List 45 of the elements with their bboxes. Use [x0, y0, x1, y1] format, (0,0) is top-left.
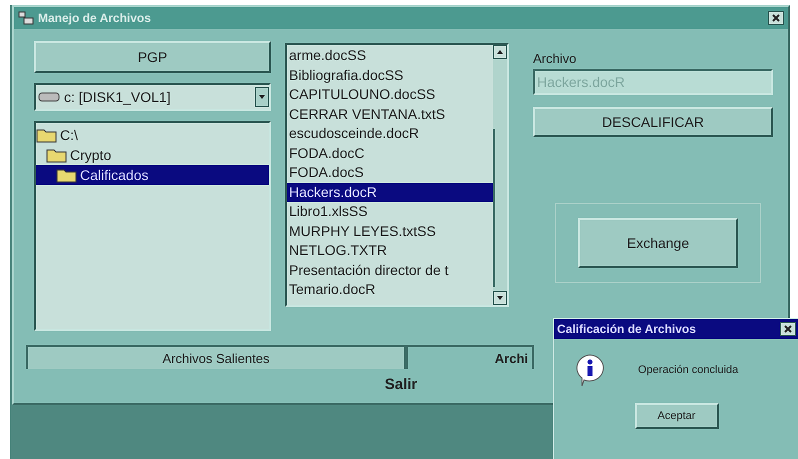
close-button[interactable] [768, 11, 784, 25]
tree-item[interactable]: Calificados [36, 165, 269, 185]
tree-item[interactable]: Crypto [36, 145, 269, 165]
scrollbar[interactable] [493, 45, 507, 305]
tab[interactable]: Archi [406, 345, 534, 369]
dropdown-button[interactable] [255, 87, 269, 107]
exchange-button[interactable]: Exchange [578, 218, 738, 268]
close-icon [772, 14, 780, 22]
folder-name: C:\ [60, 127, 78, 143]
pgp-button[interactable]: PGP [34, 41, 271, 73]
drive-icon [38, 92, 60, 102]
salir-button[interactable]: Salir [378, 375, 424, 394]
window-title: Manejo de Archivos [38, 11, 152, 25]
tree-item[interactable]: C:\ [36, 125, 269, 145]
file-item[interactable]: Hackers.docR [287, 182, 493, 202]
file-item[interactable]: arme.docSS [287, 46, 493, 66]
folder-icon [56, 167, 78, 183]
caret-icon [259, 95, 265, 99]
tab[interactable]: Archivos Salientes [26, 345, 406, 369]
file-item[interactable]: NETLOG.TXTR [287, 241, 493, 260]
file-item[interactable]: CAPITULOUNO.docSS [287, 85, 493, 104]
close-icon [784, 325, 792, 333]
file-item[interactable]: CERRAR VENTANA.txtS [287, 104, 493, 124]
file-item[interactable]: FODA.docC [287, 144, 493, 163]
dialog-message: Operación concluida [638, 364, 738, 376]
dialog-title: Calificación de Archivos [557, 322, 697, 336]
folder-icon [36, 127, 58, 143]
app-icon [18, 11, 34, 25]
file-item[interactable]: FODA.docS [287, 163, 493, 182]
descalificar-button[interactable]: DESCALIFICAR [533, 107, 773, 137]
aceptar-button[interactable]: Aceptar [634, 403, 718, 429]
file-item[interactable]: MURPHY LEYES.txtSS [287, 222, 493, 241]
scroll-up-icon[interactable] [493, 45, 507, 59]
file-item[interactable]: Libro1.xlsSS [287, 202, 493, 222]
drive-dropdown[interactable]: c: [DISK1_VOL1] [34, 83, 271, 111]
field-label: Archivo [533, 51, 578, 66]
file-item[interactable]: Temario.docR [287, 280, 493, 300]
file-item[interactable]: Presentación director de t [287, 260, 493, 280]
close-button[interactable] [780, 322, 796, 336]
folder-name: Calificados [80, 167, 148, 183]
folder-icon [46, 147, 68, 163]
file-item[interactable]: escudosceinde.docR [287, 124, 493, 144]
scroll-down-icon[interactable] [493, 291, 507, 305]
folder-name: Crypto [70, 147, 112, 163]
file-item[interactable]: Bibliografia.docSS [287, 66, 493, 85]
